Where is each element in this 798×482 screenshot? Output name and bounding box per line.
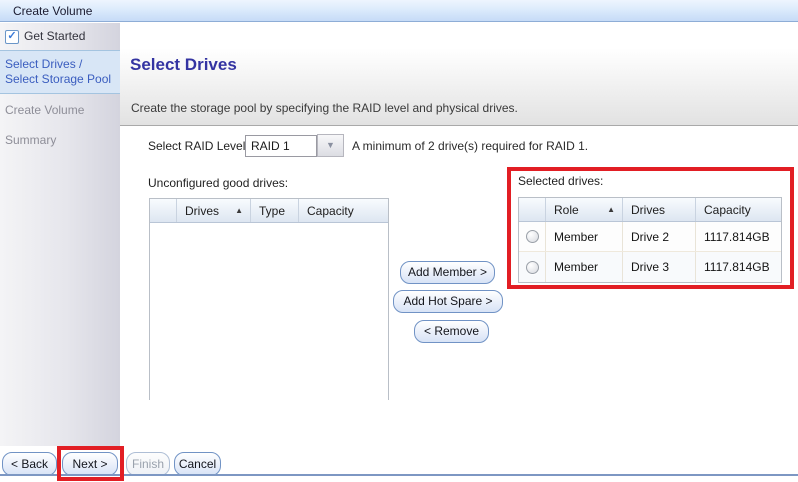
footer-divider [0, 474, 798, 476]
sidebar-item-get-started[interactable]: ✓ Get Started [0, 23, 120, 51]
cancel-button[interactable]: Cancel [174, 452, 221, 476]
drive-cell: Drive 3 [623, 252, 696, 282]
wizard-steps-sidebar: ✓ Get Started Select Drives / Select Sto… [0, 23, 120, 446]
raid-level-label: Select RAID Level: [148, 139, 249, 153]
column-header-drives[interactable]: Drives ▲ [177, 199, 251, 222]
page-title: Select Drives [130, 55, 237, 75]
column-label: Capacity [307, 204, 354, 218]
column-label: Type [259, 204, 285, 218]
page-description: Create the storage pool by specifying th… [131, 101, 518, 115]
role-cell: Member [546, 222, 623, 251]
window-titlebar: Create Volume [0, 0, 798, 22]
unconfigured-drives-label: Unconfigured good drives: [148, 176, 288, 190]
column-header-type[interactable]: Type [251, 199, 299, 222]
sort-asc-icon: ▲ [607, 205, 615, 214]
step-label: Select Drives / Select Storage Pool [5, 57, 111, 86]
column-label: Role [554, 203, 579, 217]
column-label: Drives [631, 203, 665, 217]
back-button[interactable]: < Back [2, 452, 57, 476]
column-header-capacity[interactable]: Capacity [696, 198, 781, 221]
raid-minimum-hint: A minimum of 2 drive(s) required for RAI… [352, 139, 588, 153]
sidebar-item-select-drives[interactable]: Select Drives / Select Storage Pool [0, 51, 120, 94]
column-header-select [150, 199, 177, 222]
row-select-cell [519, 252, 546, 282]
next-button[interactable]: Next > [62, 452, 118, 476]
radio-button[interactable] [526, 261, 539, 274]
row-select-cell [519, 222, 546, 251]
step-label: Create Volume [5, 103, 84, 117]
column-header-select [519, 198, 546, 221]
add-member-button[interactable]: Add Member > [400, 261, 495, 284]
capacity-cell: 1117.814GB [696, 222, 781, 251]
remove-button[interactable]: < Remove [414, 320, 489, 343]
sort-asc-icon: ▲ [235, 206, 243, 215]
step-label: Get Started [24, 29, 85, 44]
sidebar-item-create-volume: Create Volume [0, 94, 120, 124]
window-title: Create Volume [13, 4, 92, 18]
column-header-role[interactable]: Role ▲ [546, 198, 623, 221]
create-volume-wizard: Create Volume ✓ Get Started Select Drive… [0, 0, 798, 482]
step-completed-check-icon: ✓ [5, 30, 19, 44]
radio-button[interactable] [526, 230, 539, 243]
table-row[interactable]: Member Drive 2 1117.814GB [519, 222, 781, 252]
role-cell: Member [546, 252, 623, 282]
drive-cell: Drive 2 [623, 222, 696, 251]
unconfigured-table-header: Drives ▲ Type Capacity [150, 199, 388, 223]
raid-level-value: RAID 1 [251, 139, 290, 153]
finish-button: Finish [126, 452, 170, 476]
step-label: Summary [5, 133, 56, 147]
chevron-down-icon: ▼ [326, 140, 335, 150]
capacity-cell: 1117.814GB [696, 252, 781, 282]
column-header-drives[interactable]: Drives [623, 198, 696, 221]
selected-drives-label: Selected drives: [518, 174, 603, 188]
unconfigured-drives-table-body [150, 223, 388, 401]
raid-level-select[interactable]: RAID 1 [245, 135, 317, 157]
page-header-band: Select Drives Create the storage pool by… [120, 23, 798, 126]
column-label: Drives [185, 204, 219, 218]
add-hot-spare-button[interactable]: Add Hot Spare > [393, 290, 503, 313]
column-label: Capacity [704, 203, 751, 217]
sidebar-item-summary: Summary [0, 124, 120, 154]
raid-level-dropdown-button[interactable]: ▼ [317, 134, 344, 157]
unconfigured-drives-table: Drives ▲ Type Capacity [149, 198, 389, 400]
selected-table-header: Role ▲ Drives Capacity [519, 198, 781, 222]
selected-drives-table: Role ▲ Drives Capacity Member Drive 2 11… [518, 197, 782, 283]
table-row[interactable]: Member Drive 3 1117.814GB [519, 252, 781, 282]
column-header-capacity[interactable]: Capacity [299, 199, 388, 222]
